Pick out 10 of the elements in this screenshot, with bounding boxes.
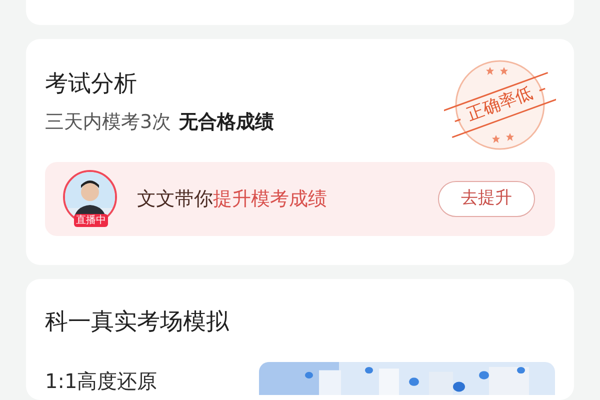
promo-highlight: 提升模考成绩 — [213, 188, 327, 210]
stamp-label: 正确率低 — [464, 82, 536, 128]
card-title: 考试分析 — [45, 70, 137, 99]
exam-result: 无合格成绩 — [179, 110, 274, 135]
promo-text: 文文带你 — [137, 188, 213, 210]
card-title: 科一真实考场模拟 — [45, 308, 229, 337]
feature-text: 1:1高度还原 — [45, 368, 158, 395]
improve-button[interactable]: 去提升 — [438, 181, 535, 217]
exam-summary: 三天内模考3次 — [45, 110, 172, 135]
live-badge: 直播中 — [74, 214, 108, 227]
